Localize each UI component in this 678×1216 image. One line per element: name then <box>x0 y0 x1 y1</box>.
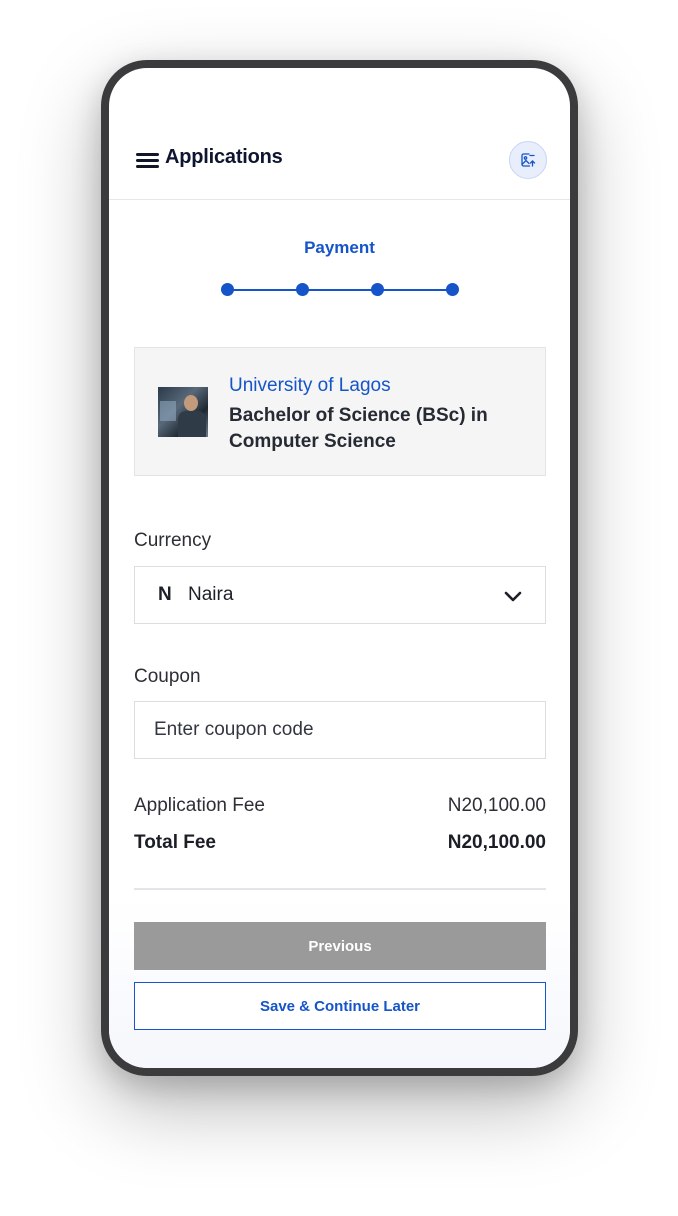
image-upload-button[interactable] <box>509 141 547 179</box>
page-title: Applications <box>165 146 283 168</box>
previous-button[interactable]: Previous <box>134 922 546 970</box>
divider <box>134 888 546 890</box>
action-footer: Previous Save & Continue Later <box>109 897 570 1068</box>
currency-select[interactable]: N Naira <box>134 566 546 624</box>
stepper-line <box>227 289 452 291</box>
program-card: University of Lagos Bachelor of Science … <box>134 347 546 476</box>
total-fee-amount: N20,100.00 <box>447 832 546 853</box>
program-name: Bachelor of Science (BSc) in Computer Sc… <box>229 405 488 452</box>
application-fee-label: Application Fee <box>134 795 265 816</box>
coupon-input[interactable]: Enter coupon code <box>134 701 546 759</box>
university-name: University of Lagos <box>229 375 391 396</box>
total-fee-row: Total Fee N20,100.00 <box>134 832 546 854</box>
application-fee-amount: N20,100.00 <box>447 795 546 816</box>
stage: Applications Payment University of Lagos… <box>0 0 678 1216</box>
program-thumbnail <box>158 387 208 437</box>
chevron-down-icon[interactable] <box>502 585 524 607</box>
currency-label: Currency <box>134 530 212 551</box>
current-step-label: Payment <box>304 238 375 257</box>
step-dot-2 <box>296 283 309 296</box>
coupon-placeholder: Enter coupon code <box>154 719 314 740</box>
save-continue-later-button[interactable]: Save & Continue Later <box>134 982 546 1030</box>
coupon-label: Coupon <box>134 666 201 687</box>
phone-frame: Applications Payment University of Lagos… <box>101 60 578 1076</box>
currency-symbol: N <box>158 584 172 605</box>
image-upload-icon <box>521 153 536 167</box>
progress-stepper <box>221 283 461 297</box>
step-dot-4 <box>446 283 459 296</box>
currency-value: Naira <box>188 584 234 605</box>
total-fee-label: Total Fee <box>134 832 216 853</box>
step-dot-3 <box>371 283 384 296</box>
step-dot-1 <box>221 283 234 296</box>
app-screen: Applications Payment University of Lagos… <box>109 68 570 1068</box>
application-fee-row: Application Fee N20,100.00 <box>134 795 546 817</box>
app-header: Applications <box>109 68 570 200</box>
hamburger-menu-icon[interactable] <box>136 152 160 170</box>
